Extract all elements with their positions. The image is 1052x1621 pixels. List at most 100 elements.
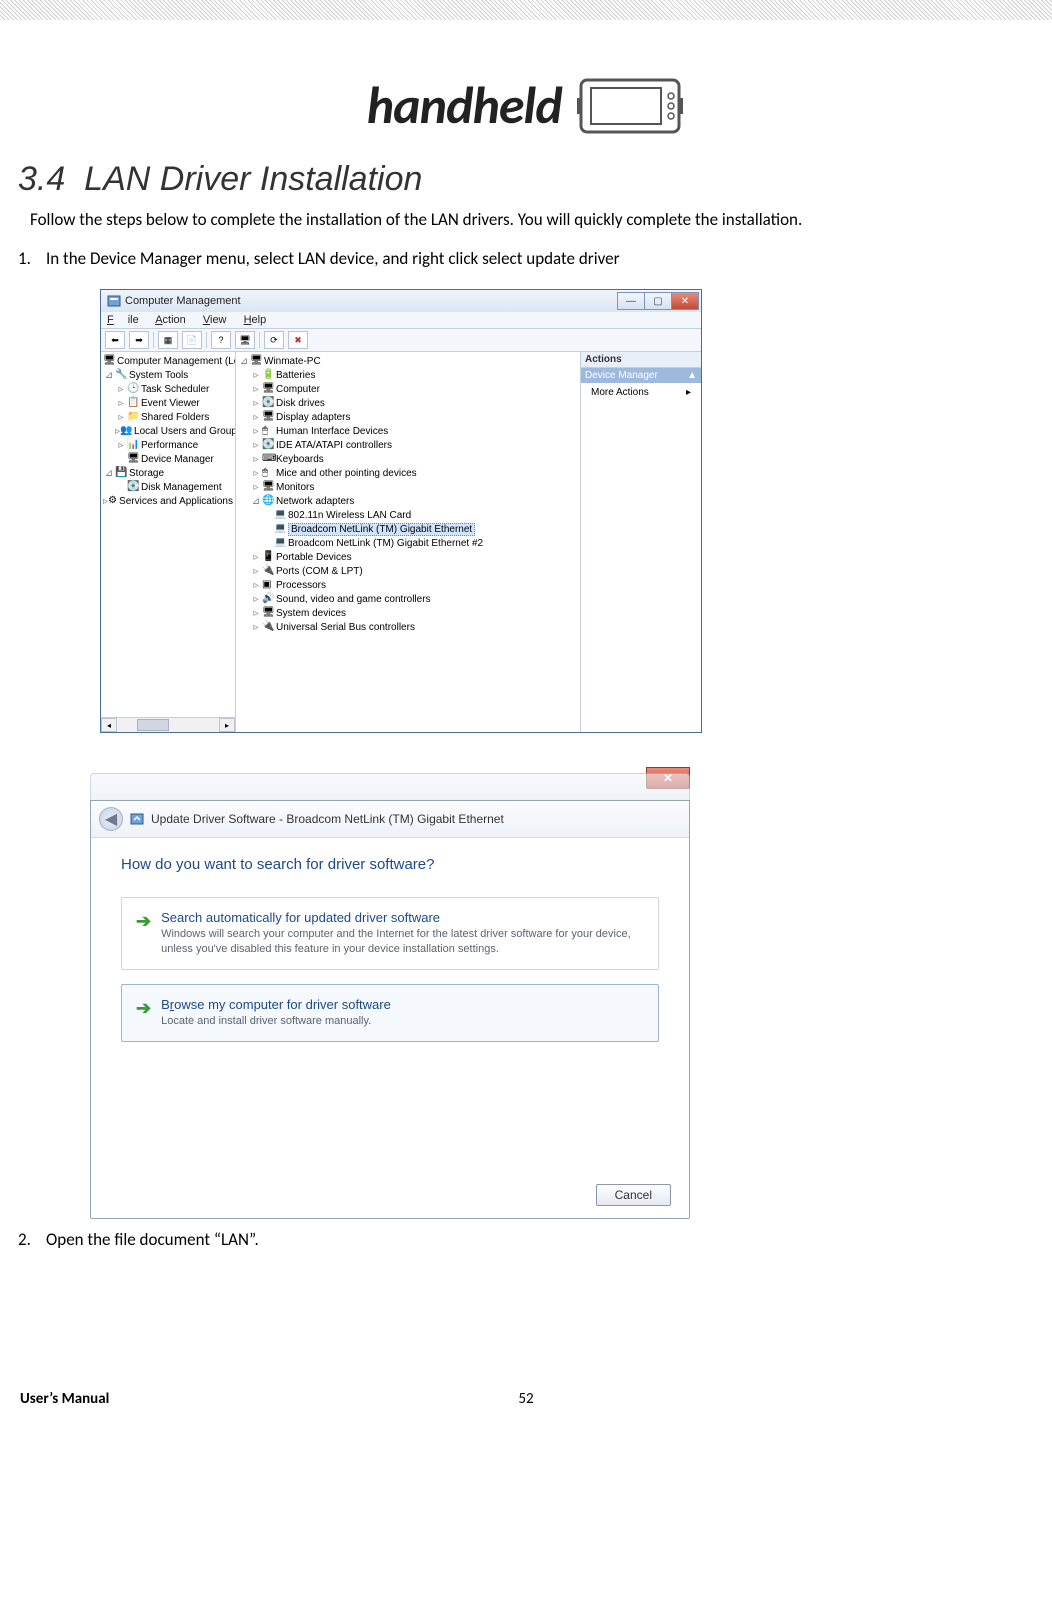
users-icon: 👥 [120,425,132,437]
dm-wlan-card[interactable]: 802.11n Wireless LAN Card [288,510,411,521]
dm-sysdev[interactable]: System devices [276,608,346,619]
disk-icon: 💽 [127,481,139,493]
services-icon: ⚙ [108,495,117,507]
tree-storage[interactable]: Storage [129,468,164,479]
toolbar-properties-button[interactable]: 📄 [182,331,202,349]
tree-system-tools[interactable]: System Tools [129,370,188,381]
device-manager-pane[interactable]: ⊿🖥Winmate-PC ▹🔋Batteries ▹🖥Computer ▹💽Di… [236,352,581,732]
clock-icon: 🕒 [127,383,139,395]
minimize-button[interactable]: — [617,292,645,310]
actions-more[interactable]: More Actions▸ [581,383,701,402]
arrow-right-icon: ➔ [136,999,151,1029]
dm-broadcom-2[interactable]: Broadcom NetLink (TM) Gigabit Ethernet #… [288,538,483,549]
scroll-thumb[interactable] [137,719,169,731]
logo-area: handheld [0,70,1052,140]
nic-icon: 💻 [274,537,286,549]
menu-action[interactable]: Action [155,314,186,326]
toolbar-uninstall-button[interactable]: ✖ [288,331,308,349]
dm-ide[interactable]: IDE ATA/ATAPI controllers [276,440,392,451]
computer-icon: 🖥 [262,383,274,395]
menu-view[interactable]: View [203,314,227,326]
computer-management-window: Computer Management — ▢ ✕ File Action Vi… [100,289,702,733]
wrench-icon: 🔧 [115,369,127,381]
option-search-automatically[interactable]: ➔ Search automatically for updated drive… [121,897,659,970]
parent-window-ghost [90,773,690,800]
forward-button[interactable]: ➡ [129,331,149,349]
cm-scope-pane[interactable]: 🖥Computer Management (Local ⊿🔧System Too… [101,352,236,732]
page-number: 52 [518,1390,533,1408]
step-1: 1.In the Device Manager menu, select LAN… [18,248,1022,269]
dm-network-adapters[interactable]: Network adapters [276,496,354,507]
dm-processors[interactable]: Processors [276,580,326,591]
close-button[interactable]: ✕ [671,292,699,310]
dm-batteries[interactable]: Batteries [276,370,315,381]
horizontal-scrollbar[interactable]: ◂ ▸ [101,717,235,732]
cm-menubar[interactable]: File Action View Help [101,312,701,329]
option-1-description: Windows will search your computer and th… [161,927,644,957]
tree-shared-folders[interactable]: Shared Folders [141,412,209,423]
option-2-title: Browse my computer for driver software [161,997,391,1012]
cancel-button[interactable]: Cancel [596,1184,671,1206]
actions-device-manager[interactable]: Device Manager▲ [581,368,701,383]
storage-icon: 💾 [115,467,127,479]
tree-event-viewer[interactable]: Event Viewer [141,398,200,409]
toolbar-scope-button[interactable]: ▦ [158,331,178,349]
tree-local-users[interactable]: Local Users and Groups [134,426,236,437]
monitor-icon: 🖥 [262,481,274,493]
intro-paragraph: Follow the steps below to complete the i… [30,209,1022,230]
tree-performance[interactable]: Performance [141,440,198,451]
tree-device-manager[interactable]: Device Manager [141,454,214,465]
dm-mice[interactable]: Mice and other pointing devices [276,468,417,479]
performance-icon: 📊 [127,439,139,451]
tree-disk-mgmt[interactable]: Disk Management [141,482,222,493]
step-2: 2.Open the file document “LAN”. [18,1229,1022,1250]
tree-root[interactable]: Computer Management (Local [117,356,236,367]
back-button[interactable]: ⬅ [105,331,125,349]
nic-icon: 💻 [274,523,286,535]
option-1-title: Search automatically for updated driver … [161,910,644,925]
cm-title: Computer Management [125,295,618,307]
dm-disk-drives[interactable]: Disk drives [276,398,325,409]
display-icon: 🖥 [262,411,274,423]
toolbar-scan-button[interactable]: 🖥 [235,331,255,349]
dm-usb[interactable]: Universal Serial Bus controllers [276,622,415,633]
menu-file[interactable]: File [107,314,139,326]
dm-computer[interactable]: Computer [276,384,320,395]
arrow-right-icon: ➔ [136,912,151,957]
scroll-left-button[interactable]: ◂ [101,718,117,732]
back-button[interactable]: ◀ [99,807,123,831]
tree-services[interactable]: Services and Applications [119,496,233,507]
dm-hid[interactable]: Human Interface Devices [276,426,388,437]
maximize-button[interactable]: ▢ [644,292,672,310]
dialog-titlebar[interactable]: ◀ Update Driver Software - Broadcom NetL… [91,801,689,838]
cm-titlebar[interactable]: Computer Management — ▢ ✕ [101,290,701,312]
dm-sound[interactable]: Sound, video and game controllers [276,594,431,605]
computer-icon: 🖥 [250,355,262,367]
dm-display[interactable]: Display adapters [276,412,350,423]
sound-icon: 🔊 [262,593,274,605]
tree-task-scheduler[interactable]: Task Scheduler [141,384,209,395]
menu-help[interactable]: Help [244,314,267,326]
section-title: LAN Driver Installation [84,160,422,198]
event-icon: 📋 [127,397,139,409]
toolbar-update-driver-button[interactable]: ⟳ [264,331,284,349]
section-number: 3.4 [18,160,65,198]
dm-portable[interactable]: Portable Devices [276,552,352,563]
page-top-border [0,0,1052,20]
dm-monitors[interactable]: Monitors [276,482,314,493]
hid-icon: 🖱 [262,425,274,437]
toolbar-help-button[interactable]: ? [211,331,231,349]
dm-ports[interactable]: Ports (COM & LPT) [276,566,363,577]
dialog-title: Update Driver Software - Broadcom NetLin… [151,812,504,826]
mmc-icon [107,294,121,308]
device-manager-icon: 🖥 [127,453,139,465]
dm-root[interactable]: Winmate-PC [264,356,321,367]
dm-keyboards[interactable]: Keyboards [276,454,324,465]
dialog-question: How do you want to search for driver sof… [121,856,659,873]
update-driver-icon [129,811,145,827]
actions-header: Actions [581,352,701,368]
footer-left: User’s Manual [20,1390,109,1408]
option-browse-computer[interactable]: ➔ Browse my computer for driver software… [121,984,659,1042]
dm-broadcom-1[interactable]: Broadcom NetLink (TM) Gigabit Ethernet [288,523,475,536]
scroll-right-button[interactable]: ▸ [219,718,235,732]
